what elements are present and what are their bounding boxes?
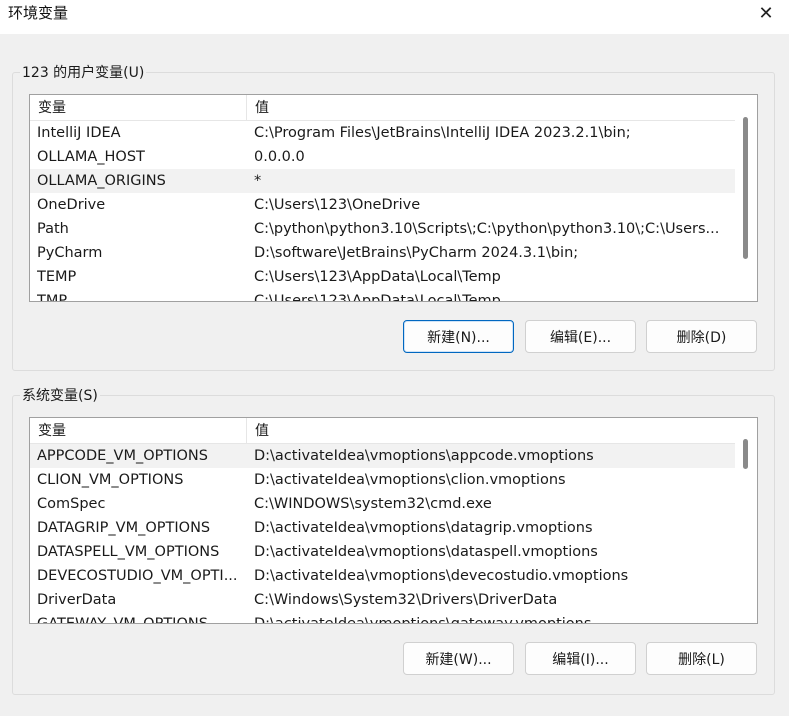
user-edit-button[interactable]: 编辑(E)... (525, 320, 636, 353)
column-header-variable[interactable]: 变量 (30, 95, 247, 121)
variable-name-cell: GATEWAY_VM_OPTIONS (37, 616, 208, 624)
system-list-scrollbar[interactable] (735, 418, 757, 623)
title-bar: 环境变量 ✕ (0, 0, 789, 34)
variable-value-cell: C:\WINDOWS\system32\cmd.exe (254, 496, 492, 512)
table-row[interactable]: OneDrive C:\Users\123\OneDrive (30, 193, 735, 217)
user-variables-list[interactable]: 变量 值 IntelliJ IDEA C:\Program Files\JetBr… (29, 94, 758, 302)
variable-value-cell: D:\activateIdea\vmoptions\gateway.vmopti… (254, 616, 592, 624)
system-edit-button[interactable]: 编辑(I)... (525, 642, 636, 675)
table-row[interactable]: ComSpec C:\WINDOWS\system32\cmd.exe (30, 492, 735, 516)
scrollbar-thumb[interactable] (743, 439, 748, 469)
system-variables-label: 系统变量(S) (20, 385, 100, 405)
list-header: 变量 值 (30, 418, 735, 444)
variable-value-cell: D:\activateIdea\vmoptions\devecostudio.v… (254, 568, 629, 584)
variable-value-cell: C:\Users\123\OneDrive (254, 197, 421, 213)
variable-name-cell: DATAGRIP_VM_OPTIONS (37, 520, 211, 536)
table-row[interactable]: DATASPELL_VM_OPTIONS D:\activateIdea\vmop… (30, 540, 735, 564)
system-variables-list[interactable]: 变量 值 APPCODE_VM_OPTIONS D:\activateIdea\v… (29, 417, 758, 624)
variable-name-cell: TMP (37, 293, 68, 302)
variable-value-cell: C:\python\python3.10\Scripts\;C:\python\… (254, 221, 720, 237)
column-header-value[interactable]: 值 (247, 418, 735, 444)
table-row[interactable]: TEMP C:\Users\123\AppData\Local\Temp (30, 265, 735, 289)
variable-value-cell: D:\software\JetBrains\PyCharm 2024.3.1\b… (254, 245, 579, 261)
system-delete-button[interactable]: 删除(L) (646, 642, 757, 675)
user-new-button[interactable]: 新建(N)... (403, 320, 514, 353)
variable-value-cell: C:\Windows\System32\Drivers\DriverData (254, 592, 558, 608)
table-row[interactable]: OLLAMA_HOST 0.0.0.0 (30, 145, 735, 169)
variable-name-cell: IntelliJ IDEA (37, 125, 121, 141)
variable-value-cell: D:\activateIdea\vmoptions\dataspell.vmop… (254, 544, 598, 560)
column-header-value[interactable]: 值 (247, 95, 735, 121)
table-row[interactable]: PyCharm D:\software\JetBrains\PyCharm 202… (30, 241, 735, 265)
column-header-variable[interactable]: 变量 (30, 418, 247, 444)
variable-value-cell: C:\Program Files\JetBrains\IntelliJ IDEA… (254, 125, 631, 141)
table-row[interactable]: DATAGRIP_VM_OPTIONS D:\activateIdea\vmopt… (30, 516, 735, 540)
variable-name-cell: DriverData (37, 592, 117, 608)
variable-name-cell: OneDrive (37, 197, 106, 213)
table-row[interactable]: DriverData C:\Windows\System32\Drivers\Dr… (30, 588, 735, 612)
variable-name-cell: CLION_VM_OPTIONS (37, 472, 184, 488)
list-header: 变量 值 (30, 95, 735, 121)
table-row[interactable]: TMP C:\Users\123\AppData\Local\Temp (30, 289, 735, 302)
variable-value-cell: C:\Users\123\AppData\Local\Temp (254, 269, 501, 285)
variable-name-cell: PyCharm (37, 245, 103, 261)
user-variables-rows: IntelliJ IDEA C:\Program Files\JetBrains\… (30, 121, 735, 302)
variable-value-cell: C:\Users\123\AppData\Local\Temp (254, 293, 501, 302)
user-list-scrollbar[interactable] (735, 95, 757, 301)
table-row[interactable]: IntelliJ IDEA C:\Program Files\JetBrains\… (30, 121, 735, 145)
variable-name-cell: ComSpec (37, 496, 106, 512)
variable-name-cell: DEVECOSTUDIO_VM_OPTI... (37, 568, 238, 584)
variable-value-cell: * (254, 173, 262, 189)
table-row[interactable]: APPCODE_VM_OPTIONS D:\activateIdea\vmopti… (30, 444, 735, 468)
user-delete-button[interactable]: 删除(D) (646, 320, 757, 353)
variable-name-cell: OLLAMA_ORIGINS (37, 173, 166, 189)
table-row[interactable]: OLLAMA_ORIGINS * (30, 169, 735, 193)
system-new-button[interactable]: 新建(W)... (403, 642, 514, 675)
variable-value-cell: D:\activateIdea\vmoptions\appcode.vmopti… (254, 448, 594, 464)
variable-value-cell: 0.0.0.0 (254, 149, 305, 165)
table-row[interactable]: DEVECOSTUDIO_VM_OPTI... D:\activateIdea\v… (30, 564, 735, 588)
table-row[interactable]: GATEWAY_VM_OPTIONS D:\activateIdea\vmopti… (30, 612, 735, 624)
close-icon[interactable]: ✕ (743, 0, 789, 26)
variable-name-cell: OLLAMA_HOST (37, 149, 145, 165)
variable-name-cell: TEMP (37, 269, 77, 285)
scrollbar-thumb[interactable] (743, 117, 748, 259)
variable-name-cell: DATASPELL_VM_OPTIONS (37, 544, 220, 560)
table-row[interactable]: Path C:\python\python3.10\Scripts\;C:\pyt… (30, 217, 735, 241)
variable-value-cell: D:\activateIdea\vmoptions\datagrip.vmopt… (254, 520, 593, 536)
user-variables-label: 123 的用户变量(U) (20, 62, 147, 82)
variable-value-cell: D:\activateIdea\vmoptions\clion.vmoption… (254, 472, 566, 488)
variable-name-cell: APPCODE_VM_OPTIONS (37, 448, 208, 464)
table-row[interactable]: CLION_VM_OPTIONS D:\activateIdea\vmoption… (30, 468, 735, 492)
system-variables-rows: APPCODE_VM_OPTIONS D:\activateIdea\vmopti… (30, 444, 735, 624)
window-title: 环境变量 (8, 4, 69, 22)
variable-name-cell: Path (37, 221, 69, 237)
